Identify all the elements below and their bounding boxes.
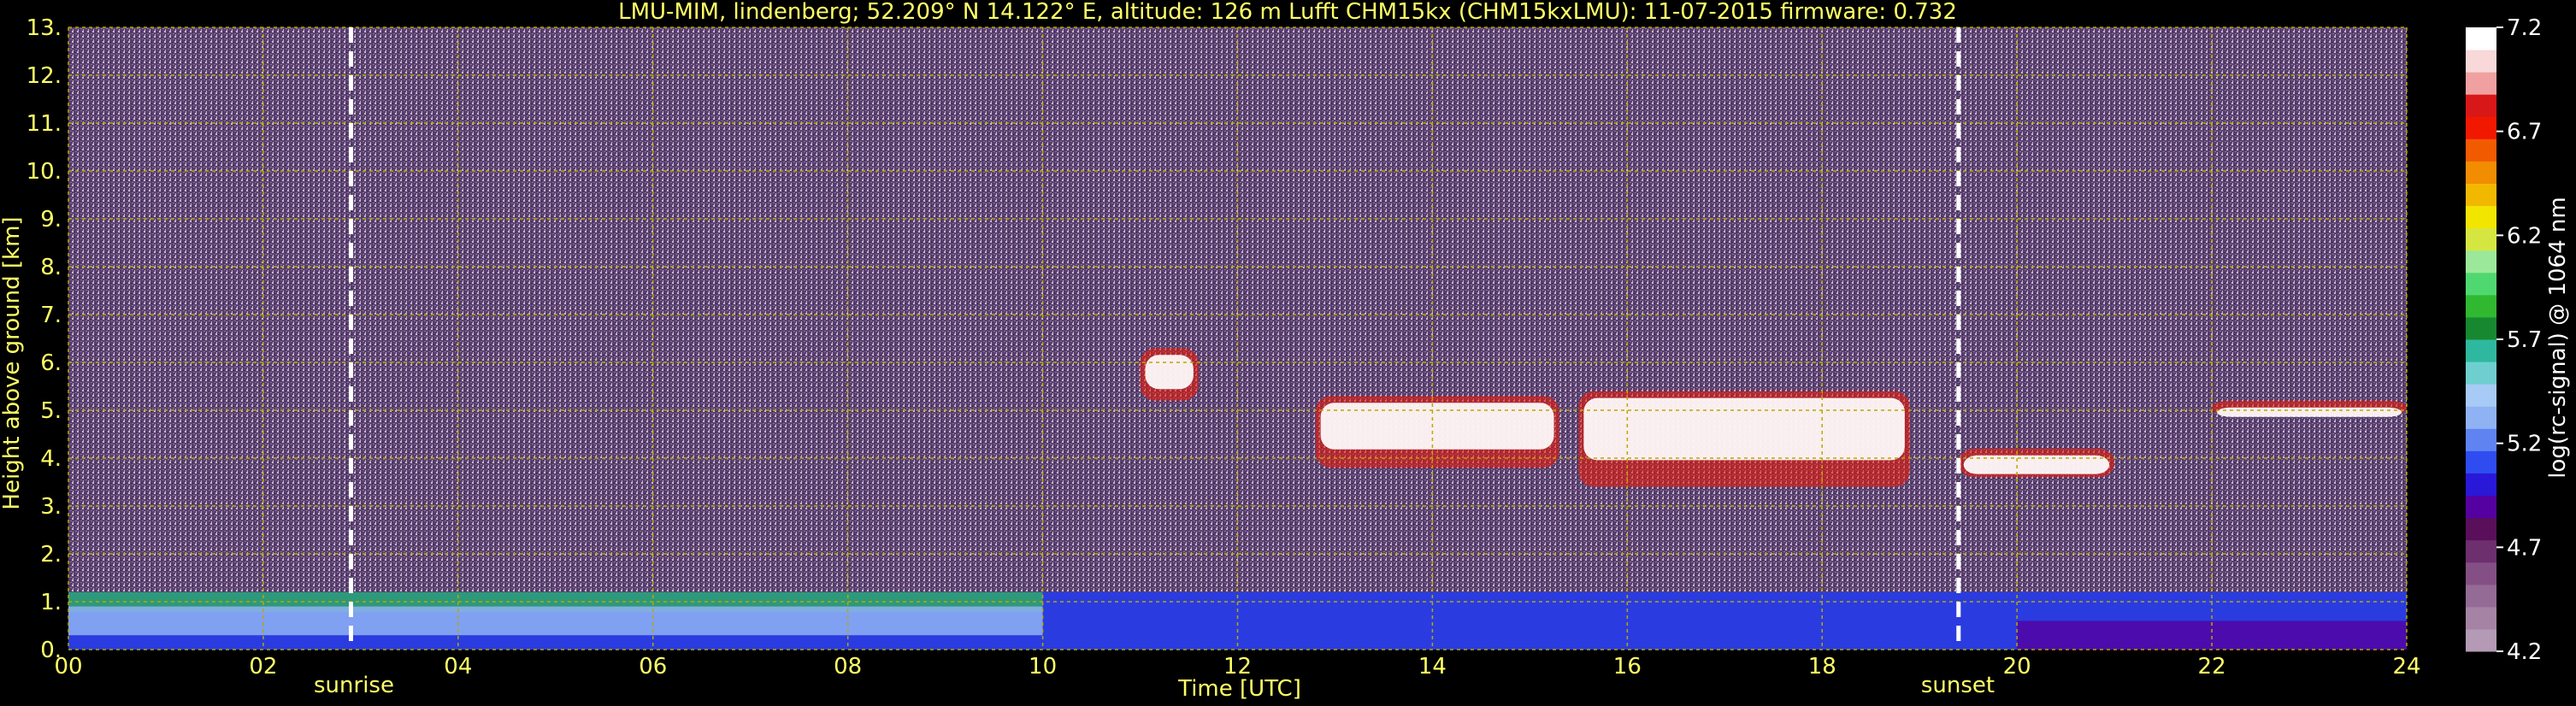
colorbar-swatch <box>2466 628 2496 652</box>
ceilometer-chart: LMU-MIM, lindenberg; 52.209° N 14.122° E… <box>0 0 2571 702</box>
colorbar <box>2466 27 2496 652</box>
colorbar-ticks: 4.2 4.7 5.2 5.7 6.2 6.7 7.2 <box>2496 15 2542 665</box>
colorbar-swatch <box>2466 227 2496 251</box>
colorbar-swatch <box>2466 50 2496 73</box>
colorbar-swatch <box>2466 116 2496 139</box>
cloud-layer <box>1315 396 1559 468</box>
x-tick-label: 20 <box>2003 654 2031 680</box>
cloud-core <box>1583 397 1905 461</box>
colorbar-swatch <box>2466 517 2496 541</box>
x-tick-label: 06 <box>639 654 667 680</box>
cloud-layer <box>1578 391 1910 487</box>
y-tick-label: 9. <box>40 207 62 232</box>
colorbar-swatch <box>2466 316 2496 340</box>
y-tick-label: 13. <box>27 15 62 41</box>
x-tick-label: 00 <box>54 654 82 680</box>
sunrise-label: sunrise <box>314 673 394 698</box>
colorbar-tick-label: 5.7 <box>2507 327 2542 353</box>
x-ticks: 00 02 04 06 08 10 12 14 16 18 20 22 24 <box>54 654 2420 680</box>
y-tick-label: 8. <box>40 255 62 280</box>
x-tick-label: 16 <box>1613 654 1642 680</box>
boundary-layer-core <box>68 606 1043 636</box>
x-axis-label: Time [UTC] <box>1177 676 1301 702</box>
y-tick-label: 3. <box>40 494 62 520</box>
colorbar-swatch <box>2466 539 2496 563</box>
colorbar-swatch <box>2466 428 2496 451</box>
x-tick-label: 14 <box>1418 654 1447 680</box>
colorbar-swatch <box>2466 138 2496 162</box>
colorbar-swatch <box>2466 362 2496 385</box>
y-tick-label: 5. <box>40 398 62 424</box>
colorbar-tick-label: 7.2 <box>2507 15 2542 41</box>
colorbar-swatch <box>2466 450 2496 474</box>
colorbar-swatch <box>2466 384 2496 407</box>
colorbar-swatch <box>2466 94 2496 117</box>
x-tick-label: 02 <box>249 654 277 680</box>
cloud-layer <box>1140 348 1199 401</box>
colorbar-swatch <box>2466 27 2496 50</box>
x-tick-label: 22 <box>2198 654 2226 680</box>
y-ticks: 0.1.2.3.4.5.6.7.8.9.10.11.12.13. <box>27 15 62 663</box>
y-tick-label: 1. <box>40 590 62 615</box>
x-tick-label: 04 <box>444 654 472 680</box>
y-tick-label: 4. <box>40 446 62 472</box>
y-tick-label: 10. <box>27 159 62 185</box>
x-tick-label: 12 <box>1223 654 1252 680</box>
colorbar-swatch <box>2466 339 2496 362</box>
colorbar-swatch <box>2466 294 2496 318</box>
colorbar-tick-label: 5.2 <box>2507 432 2542 457</box>
colorbar-swatch <box>2466 495 2496 519</box>
y-tick-label: 2. <box>40 542 62 568</box>
colorbar-swatch <box>2466 562 2496 585</box>
colorbar-tick-label: 6.2 <box>2507 223 2542 249</box>
y-tick-label: 6. <box>40 350 62 376</box>
colorbar-swatch <box>2466 272 2496 296</box>
colorbar-swatch <box>2466 205 2496 229</box>
sunset-label: sunset <box>1921 673 1995 698</box>
y-tick-label: 11. <box>27 111 62 137</box>
colorbar-swatch <box>2466 406 2496 429</box>
colorbar-label: log(rc-signal) @ 1064 nm <box>2545 197 2571 478</box>
colorbar-swatch <box>2466 606 2496 630</box>
cloud-core <box>1145 355 1194 390</box>
colorbar-tick-label: 4.7 <box>2507 535 2542 561</box>
x-tick-label: 18 <box>1808 654 1836 680</box>
colorbar-swatch <box>2466 183 2496 207</box>
y-axis-label: Height above ground [km] <box>0 216 25 509</box>
colorbar-swatch <box>2466 161 2496 184</box>
plot-area <box>68 26 2408 650</box>
cloud-layer <box>2212 400 2407 417</box>
cloud-layer <box>1958 448 2115 478</box>
colorbar-swatch <box>2466 250 2496 274</box>
x-tick-label: 08 <box>834 654 862 680</box>
cloud-core <box>2217 407 2402 417</box>
x-tick-label: 10 <box>1029 654 1057 680</box>
x-tick-label: 24 <box>2392 654 2420 680</box>
y-tick-label: 12. <box>27 63 62 89</box>
colorbar-swatch <box>2466 473 2496 496</box>
colorbar-swatch <box>2466 72 2496 95</box>
y-tick-label: 7. <box>40 303 62 328</box>
colorbar-tick-label: 6.7 <box>2507 120 2542 145</box>
colorbar-swatch <box>2466 584 2496 608</box>
colorbar-tick-label: 4.2 <box>2507 639 2542 665</box>
chart-title: LMU-MIM, lindenberg; 52.209° N 14.122° E… <box>618 0 1957 25</box>
